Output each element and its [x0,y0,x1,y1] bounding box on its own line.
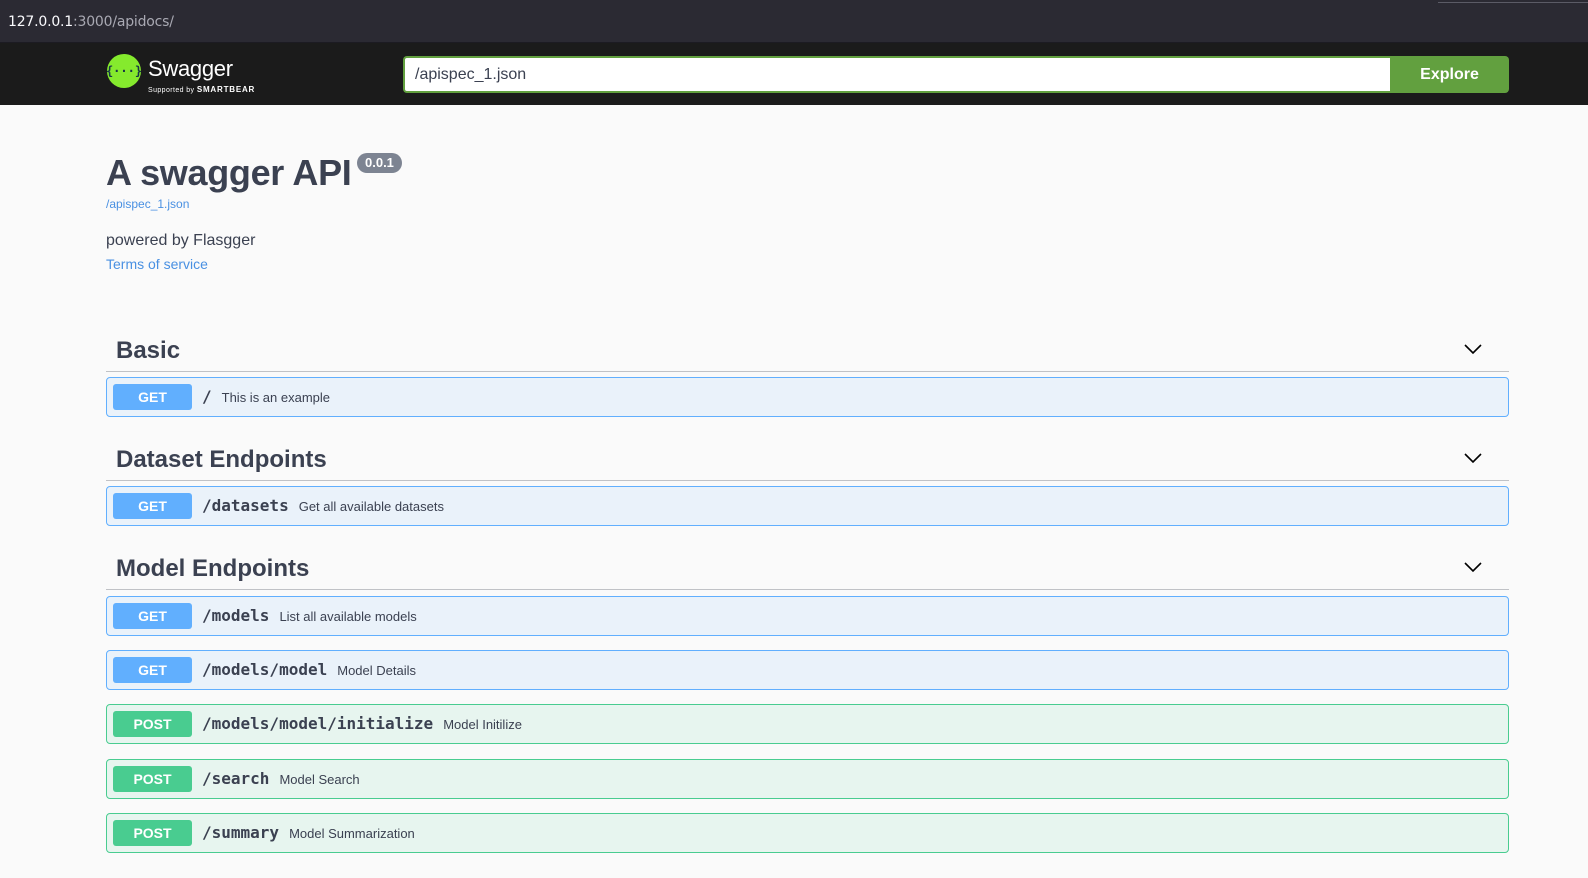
api-title: A swagger API [106,152,352,193]
method-badge: GET [113,384,192,410]
operation-summary: Model Summarization [289,826,415,841]
tag-header-basic[interactable]: Basic [106,327,1509,372]
operation-post-models-model-initialize[interactable]: POST /models/model/initialize Model Initi… [106,704,1509,744]
method-badge: GET [113,603,192,629]
chevron-down-icon[interactable] [1463,557,1483,577]
explore-button[interactable]: Explore [1390,56,1509,93]
tag-name: Model Endpoints [116,555,310,582]
version-badge: 0.0.1 [357,153,402,173]
terms-of-service-link[interactable]: Terms of service [106,256,208,272]
url-path: :3000/apidocs/ [73,14,174,30]
operation-summary: This is an example [221,390,331,405]
method-badge: GET [113,657,192,683]
operation-summary: Model Details [337,663,416,678]
tag-header-model-endpoints[interactable]: Model Endpoints [106,545,1509,590]
swagger-logo-icon[interactable]: {···} [106,54,142,88]
operation-summary: Model Initilize [443,717,522,732]
tag-name: Basic [116,337,181,364]
operation-post-search[interactable]: POST /search Model Search [106,759,1509,799]
url-host: 127.0.0.1 [8,14,73,30]
method-badge: GET [113,493,192,519]
spec-url-input[interactable] [403,56,1390,93]
operation-path: /models/model/initialize [202,714,434,733]
operation-summary: Model Search [279,772,360,787]
logo-sub-prefix: Supported by [148,87,195,94]
browser-address-bar[interactable]: 127.0.0.1:3000/apidocs/ [0,0,1588,43]
swagger-logo-subtitle: Supported by SMARTBEAR [148,85,255,94]
tag-name: Dataset Endpoints [116,446,327,473]
operation-path: /models [202,606,270,625]
method-badge: POST [113,711,192,737]
swagger-logo-text[interactable]: Swagger [148,56,233,82]
operation-path: /search [202,769,270,788]
spec-url-link[interactable]: /apispec_1.json [106,197,189,211]
operation-get-models[interactable]: GET /models List all available models [106,596,1509,636]
api-description: powered by Flasgger [106,232,256,249]
operation-get-root[interactable]: GET / This is an example [106,377,1509,417]
operation-summary: List all available models [279,609,417,624]
method-badge: POST [113,820,192,846]
tab-edge [1438,0,1588,3]
operation-get-datasets[interactable]: GET /datasets Get all available datasets [106,486,1509,526]
operation-summary: Get all available datasets [298,499,444,514]
operation-path: /datasets [202,496,289,515]
tag-header-dataset-endpoints[interactable]: Dataset Endpoints [106,436,1509,481]
method-badge: POST [113,766,192,792]
operation-path: / [202,387,212,406]
chevron-down-icon[interactable] [1463,448,1483,468]
chevron-down-icon[interactable] [1463,339,1483,359]
operation-path: /summary [202,823,280,842]
operation-path: /models/model [202,660,328,679]
operation-get-models-model[interactable]: GET /models/model Model Details [106,650,1509,690]
address-url[interactable]: 127.0.0.1:3000/apidocs/ [8,14,174,30]
logo-sub-brand: SMARTBEAR [196,85,256,94]
operation-post-summary[interactable]: POST /summary Model Summarization [106,813,1509,853]
